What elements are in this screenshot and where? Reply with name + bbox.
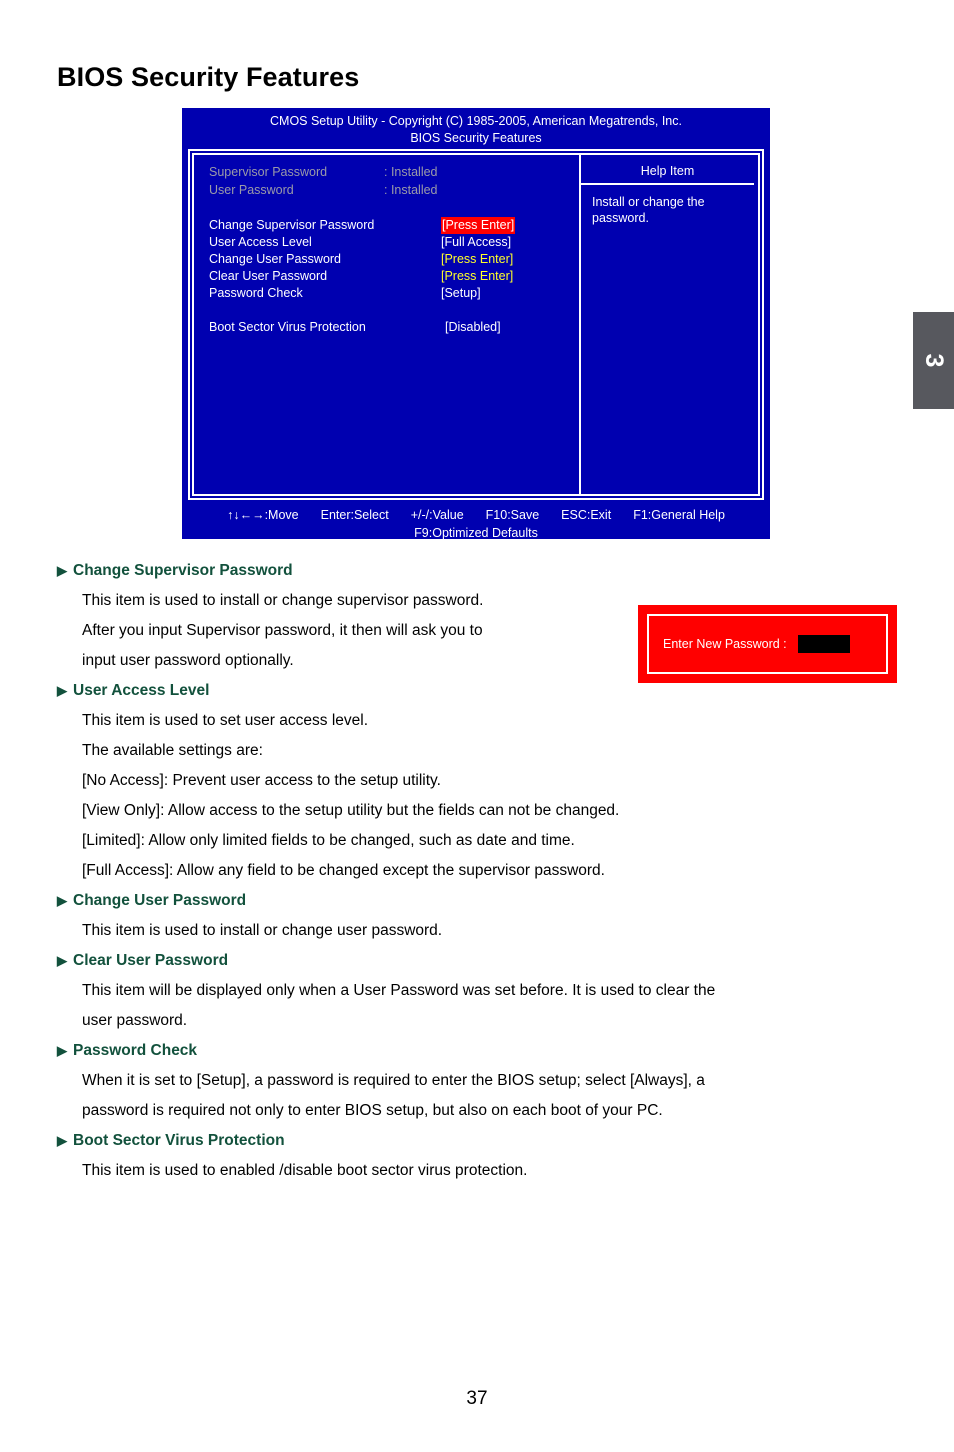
section-heading-label: Clear User Password xyxy=(73,952,229,969)
bios-key-save: F10:Save xyxy=(485,508,540,522)
bios-row-label: Password Check xyxy=(209,286,303,300)
section-paragraph: This item is used to install or change u… xyxy=(82,922,443,939)
bios-help-pane: Help Item Install or change the password… xyxy=(581,155,758,494)
status-row-supervisor-password: Supervisor Password : Installed xyxy=(209,163,579,181)
chapter-tab-number: 3 xyxy=(920,353,948,368)
status-label: User Password xyxy=(209,183,294,197)
section-paragraph: [View Only]: Allow access to the setup u… xyxy=(82,802,620,819)
bios-key-optimized-defaults: F9:Optimized Defaults xyxy=(414,526,538,540)
bios-row-label: Change User Password xyxy=(209,252,342,266)
section-paragraph: user password. xyxy=(82,1012,188,1029)
bios-row-value[interactable]: [Setup] xyxy=(441,285,481,302)
bios-body-inner: Supervisor Password : Installed User Pass… xyxy=(192,153,760,496)
bios-row-label: Boot Sector Virus Protection xyxy=(209,320,366,334)
bios-title-line-1: CMOS Setup Utility - Copyright (C) 1985-… xyxy=(270,114,682,128)
bios-body: Supervisor Password : Installed User Pass… xyxy=(188,149,764,500)
bios-row-label: User Access Level xyxy=(209,235,312,249)
bios-row-value[interactable]: [Press Enter] xyxy=(441,217,516,234)
bios-row-label: Clear User Password xyxy=(209,269,328,283)
section-paragraph: [Limited]: Allow only limited fields to … xyxy=(82,832,575,849)
section-heading-user-access-level: ▶ User Access Level xyxy=(57,676,897,706)
section-heading-label: Change User Password xyxy=(73,892,247,909)
bios-item-list: Change Supervisor Password [Press Enter] … xyxy=(209,217,579,336)
status-row-user-password: User Password : Installed xyxy=(209,181,579,199)
bios-setup-screen: CMOS Setup Utility - Copyright (C) 1985-… xyxy=(182,108,770,542)
status-value: : Installed xyxy=(384,165,438,179)
bullet-triangle-icon: ▶ xyxy=(57,953,67,968)
bios-row-change-supervisor-password[interactable]: Change Supervisor Password [Press Enter] xyxy=(209,217,579,234)
section-paragraph: This item will be displayed only when a … xyxy=(82,982,716,999)
status-value: : Installed xyxy=(384,183,438,197)
bios-row-value[interactable]: [Press Enter] xyxy=(441,251,513,268)
bios-title-line-2: BIOS Security Features xyxy=(410,131,542,145)
section-paragraph: [Full Access]: Allow any field to be cha… xyxy=(82,862,605,879)
help-item-text-line-2: password. xyxy=(592,211,649,225)
bullet-triangle-icon: ▶ xyxy=(57,683,67,698)
section-heading-label: Change Supervisor Password xyxy=(73,562,293,579)
bullet-triangle-icon: ▶ xyxy=(57,1043,67,1058)
section-paragraph: password is required not only to enter B… xyxy=(82,1102,663,1119)
section-heading-label: User Access Level xyxy=(73,682,210,699)
section-heading-password-check: ▶ Password Check xyxy=(57,1036,897,1066)
bios-row-value[interactable]: [Full Access] xyxy=(441,234,511,251)
content-body: ▶ Change Supervisor Password This item is… xyxy=(57,556,897,1186)
help-item-text: Install or change the password. xyxy=(581,185,758,226)
section-paragraph: When it is set to [Setup], a password is… xyxy=(82,1072,705,1089)
bios-row-clear-user-password[interactable]: Clear User Password [Press Enter] xyxy=(209,268,579,285)
section-heading-change-supervisor-password: ▶ Change Supervisor Password xyxy=(57,556,897,586)
section-paragraph: This item is used to install or change s… xyxy=(82,592,484,609)
section-heading-label: Password Check xyxy=(73,1042,198,1059)
bios-key-value: +/-/:Value xyxy=(410,508,464,522)
section-paragraph: After you input Supervisor password, it … xyxy=(82,622,483,639)
bios-key-move: ↑↓←→:Move xyxy=(227,508,299,522)
section-paragraph: This item is used to enabled /disable bo… xyxy=(82,1162,528,1179)
section-heading-clear-user-password: ▶ Clear User Password xyxy=(57,946,897,976)
section-heading-change-user-password: ▶ Change User Password xyxy=(57,886,897,916)
page-title: BIOS Security Features xyxy=(57,62,360,92)
bios-key-general-help: F1:General Help xyxy=(633,508,725,522)
bios-row-boot-sector-virus-protection[interactable]: Boot Sector Virus Protection [Disabled] xyxy=(209,319,579,336)
section-paragraph: [No Access]: Prevent user access to the … xyxy=(82,772,441,789)
bios-settings-pane: Supervisor Password : Installed User Pass… xyxy=(194,155,579,494)
bios-row-user-access-level[interactable]: User Access Level [Full Access] xyxy=(209,234,579,251)
help-item-title: Help Item xyxy=(581,155,754,185)
bios-key-select: Enter:Select xyxy=(320,508,389,522)
section-paragraph: This item is used to set user access lev… xyxy=(82,712,369,729)
bios-key-exit: ESC:Exit xyxy=(561,508,612,522)
section-heading-label: Boot Sector Virus Protection xyxy=(73,1132,285,1149)
status-label: Supervisor Password xyxy=(209,165,328,179)
bullet-triangle-icon: ▶ xyxy=(57,563,67,578)
bullet-triangle-icon: ▶ xyxy=(57,1133,67,1148)
bios-footer: ↑↓←→:Move Enter:Select +/-/:Value F10:Save E… xyxy=(182,506,770,542)
bios-titlebar: CMOS Setup Utility - Copyright (C) 1985-… xyxy=(182,108,770,147)
chapter-tab: 3 xyxy=(913,312,954,409)
help-item-text-line-1: Install or change the xyxy=(592,195,705,209)
section-heading-boot-sector-virus-protection: ▶ Boot Sector Virus Protection xyxy=(57,1126,897,1156)
bios-row-value[interactable]: [Press Enter] xyxy=(441,268,513,285)
page-number: 37 xyxy=(466,1388,488,1409)
section-paragraph: input user password optionally. xyxy=(82,652,294,669)
section-paragraph: The available settings are: xyxy=(82,742,263,759)
bios-row-change-user-password[interactable]: Change User Password [Press Enter] xyxy=(209,251,579,268)
bios-row-password-check[interactable]: Password Check [Setup] xyxy=(209,285,579,302)
bios-row-label: Change Supervisor Password xyxy=(209,218,375,232)
bios-footer-keys-line: ↑↓←→:Move Enter:Select +/-/:Value F10:Save E… xyxy=(182,506,770,524)
bullet-triangle-icon: ▶ xyxy=(57,893,67,908)
bios-row-value[interactable]: [Disabled] xyxy=(445,319,501,336)
